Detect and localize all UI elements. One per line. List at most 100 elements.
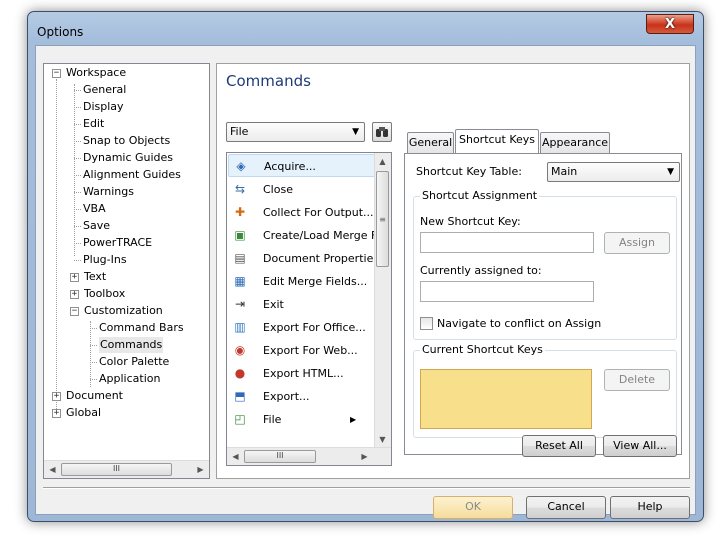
command-label: Export HTML... bbox=[263, 367, 344, 380]
dialog-client-area: − Workspace General Display Edit Snap to… bbox=[35, 45, 696, 519]
expand-icon[interactable]: + bbox=[52, 409, 61, 418]
list-item[interactable]: ▤ Document Properties... bbox=[228, 247, 389, 270]
new-key-label: New Shortcut Key: bbox=[420, 215, 521, 228]
collapse-icon[interactable]: − bbox=[52, 69, 61, 78]
export-html-icon: ● bbox=[234, 366, 246, 380]
collapse-icon[interactable]: − bbox=[70, 307, 79, 316]
tree-item-label: Save bbox=[83, 219, 111, 232]
list-item[interactable]: ⇥ Exit bbox=[228, 293, 378, 316]
tree-item-label: Toolbox bbox=[84, 287, 126, 300]
tree-item-label: General bbox=[83, 83, 127, 96]
tree-item-label: Customization bbox=[84, 304, 163, 317]
close-window-button[interactable]: X bbox=[646, 14, 694, 34]
reset-all-button[interactable]: Reset All bbox=[522, 435, 596, 457]
list-item[interactable]: ✚ Collect For Output... bbox=[228, 201, 378, 224]
scroll-left-icon[interactable]: ◀ bbox=[45, 462, 60, 477]
tree-horizontal-scrollbar[interactable]: ◀ III ▶ bbox=[44, 460, 209, 478]
command-label: Create/Load Merge Fie bbox=[263, 229, 387, 242]
export-office-icon: ▥ bbox=[234, 320, 246, 334]
tree-connector bbox=[56, 79, 57, 415]
group-title: Shortcut Assignment bbox=[420, 189, 540, 202]
command-label: Export For Web... bbox=[263, 344, 358, 357]
tree-item-label: Alignment Guides bbox=[83, 168, 181, 181]
collect-output-icon: ✚ bbox=[234, 205, 246, 219]
group-title: Current Shortcut Keys bbox=[420, 343, 545, 356]
assigned-to-label: Currently assigned to: bbox=[420, 264, 542, 277]
currently-assigned-input[interactable] bbox=[420, 281, 594, 302]
tab-appearance[interactable]: Appearance bbox=[540, 132, 610, 153]
list-item[interactable]: ◈ Acquire... bbox=[228, 154, 378, 177]
current-shortcut-keys-group: Current Shortcut Keys Delete bbox=[413, 343, 677, 438]
tree-item-label: Display bbox=[83, 100, 124, 113]
tree-item-label: Warnings bbox=[83, 185, 134, 198]
close-document-icon: ⇆ bbox=[234, 182, 246, 196]
tree-item-label: Snap to Objects bbox=[83, 134, 171, 147]
scroll-thumb[interactable]: III bbox=[61, 463, 172, 476]
exit-icon: ⇥ bbox=[234, 297, 246, 311]
tree-item-label: Plug-Ins bbox=[83, 253, 127, 266]
tab-shortcut-keys[interactable]: Shortcut Keys bbox=[455, 129, 539, 153]
expand-icon[interactable]: + bbox=[70, 290, 79, 299]
list-item[interactable]: ● Export HTML... bbox=[228, 362, 378, 385]
navigate-conflict-checkbox[interactable] bbox=[420, 317, 433, 330]
tree-item-label: Workspace bbox=[66, 66, 127, 79]
tree-item-label: Command Bars bbox=[99, 321, 184, 334]
submenu-arrow-icon: ▶ bbox=[350, 415, 357, 424]
list-item[interactable]: ⇆ Close bbox=[228, 178, 378, 201]
tree-item-label: Edit bbox=[83, 117, 105, 130]
scroll-left-icon[interactable]: ◀ bbox=[228, 449, 243, 464]
tree-item-label: Dynamic Guides bbox=[83, 151, 174, 164]
assign-button[interactable]: Assign bbox=[604, 232, 670, 254]
page-title: Commands bbox=[226, 72, 311, 90]
category-select[interactable]: File ▼ bbox=[226, 122, 365, 142]
scroll-up-icon[interactable]: ▲ bbox=[375, 154, 390, 169]
commands-vertical-scrollbar[interactable]: ▲ ≡ ▼ bbox=[374, 153, 391, 448]
scroll-down-icon[interactable]: ▼ bbox=[375, 432, 390, 447]
list-item[interactable]: ⬒ Export... bbox=[228, 385, 378, 408]
footer-separator bbox=[43, 487, 690, 489]
command-label: File bbox=[263, 413, 282, 426]
commands-list[interactable]: ◈ Acquire... ⇆ Close ✚ Collect For Outpu… bbox=[226, 152, 392, 466]
shortcut-table-label: Shortcut Key Table: bbox=[416, 165, 522, 178]
tree-connector bbox=[74, 84, 75, 256]
options-window: Options X − Workspace General Display Ed… bbox=[27, 11, 704, 522]
scroll-thumb[interactable]: ≡ bbox=[376, 171, 389, 267]
expand-icon[interactable]: + bbox=[52, 392, 61, 401]
navigate-conflict-label: Navigate to conflict on Assign bbox=[437, 317, 602, 330]
edit-merge-icon: ▦ bbox=[234, 274, 246, 288]
tree-item-label: Global bbox=[66, 406, 102, 419]
shortcut-table-select[interactable]: Main ▼ bbox=[547, 162, 680, 182]
export-web-icon: ◉ bbox=[234, 343, 246, 357]
list-item[interactable]: ◰ File ▶ bbox=[228, 408, 378, 431]
shortcut-table-value: Main bbox=[551, 165, 578, 178]
commands-horizontal-scrollbar[interactable]: ◀ III ▶ bbox=[227, 447, 391, 465]
commands-page: Commands File ▼ ◈ Acquire... ⇆ Close ✚ C… bbox=[216, 63, 690, 479]
scroll-right-icon[interactable]: ▶ bbox=[357, 449, 372, 464]
tree-item-label: Commands bbox=[99, 337, 164, 353]
options-tree[interactable]: − Workspace General Display Edit Snap to… bbox=[43, 63, 210, 479]
view-all-button[interactable]: View All... bbox=[603, 435, 677, 457]
scroll-thumb[interactable]: III bbox=[244, 450, 316, 463]
list-item[interactable]: ▣ Create/Load Merge Fie bbox=[228, 224, 386, 247]
category-select-value: File bbox=[230, 125, 249, 138]
list-item[interactable]: ▥ Export For Office... bbox=[228, 316, 378, 339]
cancel-button[interactable]: Cancel bbox=[526, 496, 606, 519]
tree-item-label: Application bbox=[99, 372, 161, 385]
tree-content: − Workspace General Display Edit Snap to… bbox=[44, 64, 209, 460]
list-item[interactable]: ◉ Export For Web... bbox=[228, 339, 378, 362]
help-button[interactable]: Help bbox=[610, 496, 690, 519]
ok-button[interactable]: OK bbox=[433, 496, 513, 519]
expand-icon[interactable]: + bbox=[70, 273, 79, 282]
tree-item-label: Color Palette bbox=[99, 355, 170, 368]
delete-button[interactable]: Delete bbox=[604, 369, 670, 391]
current-shortcut-keys-list[interactable] bbox=[420, 369, 592, 429]
find-command-button[interactable] bbox=[372, 122, 392, 142]
tab-general[interactable]: General bbox=[407, 132, 454, 153]
command-label: Export... bbox=[263, 390, 310, 403]
list-item[interactable]: ▦ Edit Merge Fields... bbox=[228, 270, 378, 293]
scroll-right-icon[interactable]: ▶ bbox=[193, 462, 208, 477]
tree-item-label: Text bbox=[84, 270, 107, 283]
merge-create-icon: ▣ bbox=[234, 228, 246, 242]
chevron-down-icon: ▼ bbox=[667, 167, 674, 177]
new-shortcut-key-input[interactable] bbox=[420, 232, 594, 253]
